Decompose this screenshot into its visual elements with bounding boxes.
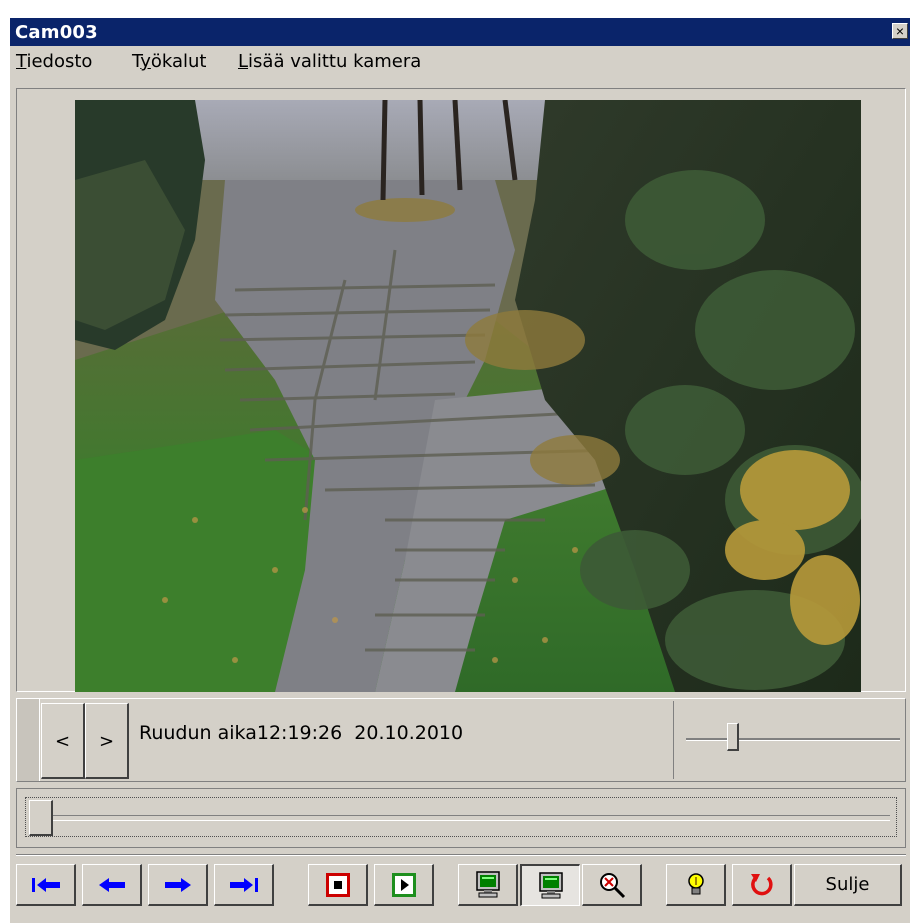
first-frame-button[interactable] [16, 864, 76, 906]
camera-image [75, 100, 861, 692]
timeline-track[interactable] [32, 815, 890, 821]
zoom-button[interactable] [582, 864, 642, 906]
window-close-button[interactable]: × [892, 23, 908, 39]
monitor-button[interactable] [458, 864, 518, 906]
frame-time-value: 12:19:26 [256, 722, 343, 744]
refresh-button[interactable] [732, 864, 792, 906]
camera-window: Cam003 × Tiedosto Työkalut Lisää valittu… [10, 18, 910, 923]
stop-button[interactable] [308, 864, 368, 906]
speed-slider[interactable] [673, 701, 904, 779]
step-back-button[interactable] [82, 864, 142, 906]
frame-time-label: Ruudun aika [139, 722, 257, 744]
timeline-panel [16, 788, 906, 848]
close-button[interactable]: Sulje [794, 864, 902, 906]
panel-edge [17, 699, 40, 781]
window-title: Cam003 [15, 22, 98, 43]
skip-to-first-icon [31, 877, 60, 892]
title-bar[interactable]: Cam003 × [10, 18, 910, 46]
previous-frame-button[interactable]: < [41, 703, 85, 779]
step-forward-icon [164, 877, 191, 892]
next-frame-button[interactable]: > [85, 703, 129, 779]
stop-icon [325, 872, 350, 897]
menu-lisaa-valittu-kamera[interactable]: Lisää valittu kamera [238, 51, 421, 72]
timeline-thumb[interactable] [29, 800, 53, 836]
lightbulb-button[interactable] [666, 864, 726, 906]
monitor-icon [475, 870, 500, 897]
menu-bar: Tiedosto Työkalut Lisää valittu kamera [10, 46, 910, 80]
timeline-slider[interactable] [25, 797, 897, 837]
last-frame-button[interactable] [214, 864, 274, 906]
frame-time-display: Ruudun aika12:19:26 20.10.2010 [139, 722, 463, 744]
frame-navigation-panel: < > Ruudun aika12:19:26 20.10.2010 [16, 698, 906, 782]
frame-date-value: 20.10.2010 [354, 722, 464, 744]
menu-tyokalut[interactable]: Työkalut [132, 51, 206, 72]
lightbulb-icon [687, 872, 704, 894]
monitor-button-active[interactable] [520, 864, 580, 906]
skip-to-last-icon [229, 877, 258, 892]
speed-slider-track[interactable] [686, 738, 900, 741]
monitor-icon [538, 871, 563, 898]
menu-tiedosto[interactable]: Tiedosto [16, 51, 92, 72]
speed-slider-thumb[interactable] [727, 723, 740, 751]
step-forward-button[interactable] [148, 864, 208, 906]
play-button[interactable] [374, 864, 434, 906]
playback-toolbar: Sulje [16, 864, 906, 910]
toolbar-separator [16, 854, 906, 856]
refresh-icon [750, 873, 773, 895]
zoom-icon [599, 872, 625, 898]
step-back-icon [98, 877, 125, 892]
play-icon [391, 872, 416, 897]
